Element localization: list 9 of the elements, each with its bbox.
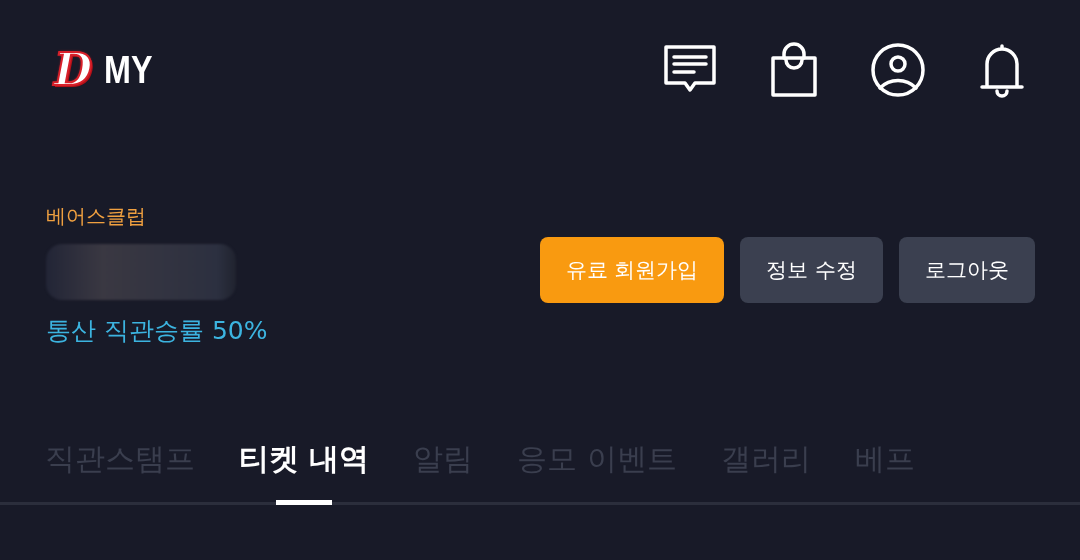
signup-button[interactable]: 유료 회원가입 (539, 237, 725, 303)
page-title: MY (104, 48, 153, 92)
profile-icon[interactable] (870, 42, 926, 98)
logo: D (54, 48, 93, 92)
membership-label: 베어스클럽 (46, 203, 147, 230)
win-rate: 통산 직관승률 50% (46, 315, 268, 347)
profile-button[interactable]: 정보 수정 (740, 237, 883, 303)
profile-button[interactable]: 로그아웃 (899, 237, 1035, 303)
tab[interactable]: 티켓 내역 (239, 439, 370, 502)
